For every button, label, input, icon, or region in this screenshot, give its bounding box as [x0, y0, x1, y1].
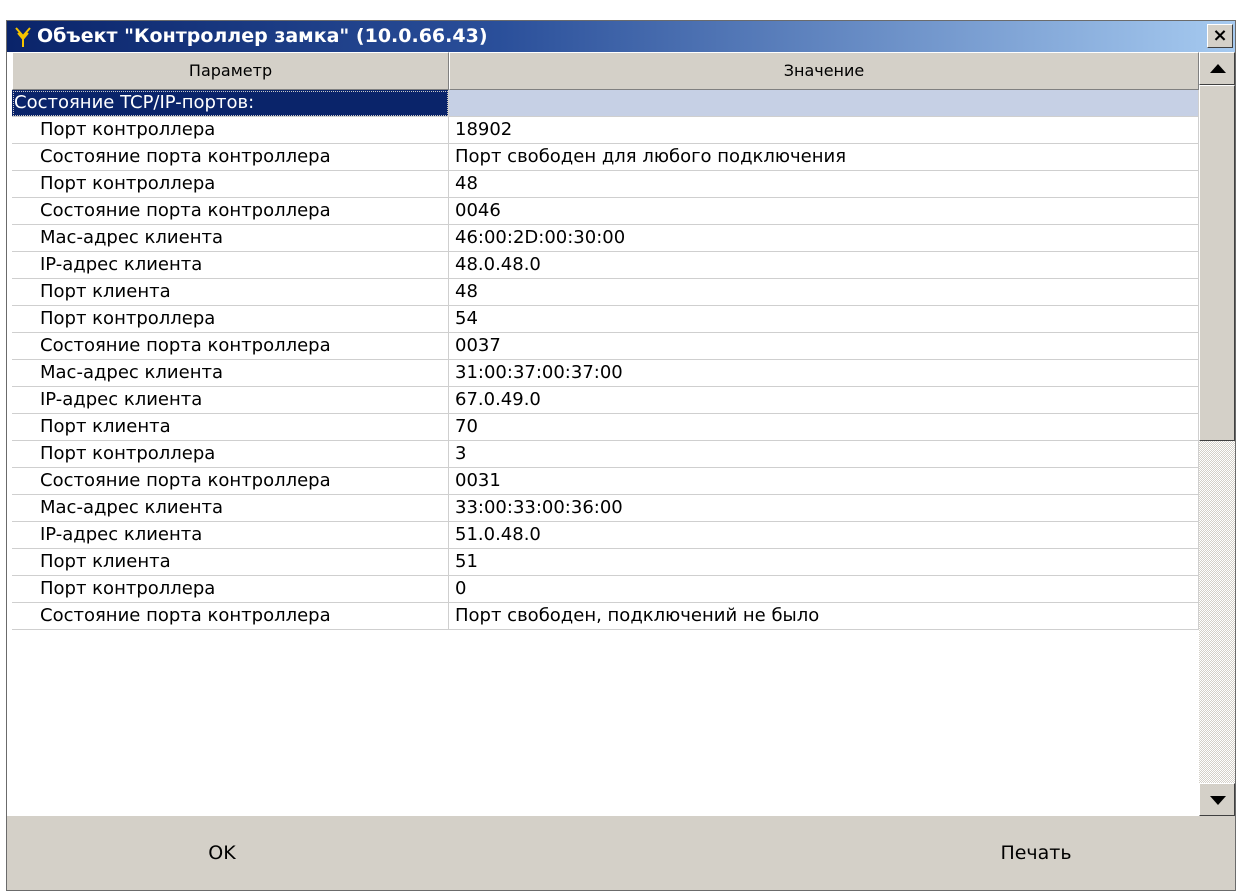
table-row[interactable]: IP-адрес клиента 67.0.49.0 — [12, 387, 1199, 414]
table-row[interactable]: Порт контроллера 48 — [12, 171, 1199, 198]
close-button[interactable]: × — [1207, 24, 1233, 48]
parameter-cell: Состояние порта контроллера — [12, 333, 449, 360]
table-row[interactable]: Порт клиента 70 — [12, 414, 1199, 441]
table-row[interactable]: Мас-адрес клиента 46:00:2D:00:30:00 — [12, 225, 1199, 252]
table-row[interactable]: Порт контроллера 3 — [12, 441, 1199, 468]
dialog-window: Объект "Контроллер замка" (10.0.66.43) ×… — [6, 20, 1236, 891]
table-row[interactable]: Состояние порта контроллера 0037 — [12, 333, 1199, 360]
table-row[interactable]: Мас-адрес клиента 31:00:37:00:37:00 — [12, 360, 1199, 387]
button-bar: OK Печать — [7, 816, 1235, 890]
scroll-down-button[interactable] — [1199, 783, 1235, 816]
table-row[interactable]: Состояние порта контроллера 0046 — [12, 198, 1199, 225]
parameter-cell: Состояние порта контроллера — [12, 144, 449, 171]
value-cell: 48 — [449, 171, 1199, 198]
parameter-cell: Порт клиента — [12, 279, 449, 306]
table-row[interactable]: Состояние порта контроллера Порт свободен… — [12, 144, 1199, 171]
value-cell: 46:00:2D:00:30:00 — [449, 225, 1199, 252]
value-cell: 18902 — [449, 117, 1199, 144]
table-row[interactable]: IP-адрес клиента 51.0.48.0 — [12, 522, 1199, 549]
table-row[interactable]: Порт контроллера 18902 — [12, 117, 1199, 144]
parameter-cell: Порт клиента — [12, 549, 449, 576]
value-cell: 48 — [449, 279, 1199, 306]
table-row[interactable]: Состояние порта контроллера Порт свободен… — [12, 603, 1199, 630]
vertical-scrollbar[interactable] — [1199, 52, 1235, 816]
parameter-cell: Мас-адрес клиента — [12, 360, 449, 387]
value-cell: 67.0.49.0 — [449, 387, 1199, 414]
value-cell: 0046 — [449, 198, 1199, 225]
scroll-thumb[interactable] — [1199, 85, 1235, 441]
table-row[interactable]: Порт контроллера 0 — [12, 576, 1199, 603]
parameter-cell: Порт контроллера — [12, 441, 449, 468]
table-body: Состояние TCP/IP-портов: Порт контроллер… — [12, 90, 1199, 630]
title-bar[interactable]: Объект "Контроллер замка" (10.0.66.43) × — [7, 21, 1235, 52]
parameters-grid[interactable]: Параметр Значение Состояние TCP/IP-порто… — [7, 52, 1235, 816]
value-cell: 48.0.48.0 — [449, 252, 1199, 279]
parameter-cell: Состояние порта контроллера — [12, 198, 449, 225]
column-header-value[interactable]: Значение — [449, 52, 1199, 90]
antenna-icon — [15, 27, 31, 47]
value-cell: 0037 — [449, 333, 1199, 360]
value-cell: 70 — [449, 414, 1199, 441]
parameter-cell: Порт клиента — [12, 414, 449, 441]
parameter-cell: Мас-адрес клиента — [12, 225, 449, 252]
parameter-cell: IP-адрес клиента — [12, 387, 449, 414]
value-cell: 51.0.48.0 — [449, 522, 1199, 549]
group-row[interactable]: Состояние TCP/IP-портов: — [12, 90, 1199, 117]
ok-button[interactable]: OK — [7, 816, 437, 890]
table-row[interactable]: Состояние порта контроллера 0031 — [12, 468, 1199, 495]
parameter-cell: Состояние порта контроллера — [12, 468, 449, 495]
table-row[interactable]: IP-адрес клиента 48.0.48.0 — [12, 252, 1199, 279]
print-button[interactable]: Печать — [837, 816, 1235, 890]
window-title: Объект "Контроллер замка" (10.0.66.43) — [37, 25, 488, 47]
value-cell: 0031 — [449, 468, 1199, 495]
table-row[interactable]: Мас-адрес клиента 33:00:33:00:36:00 — [12, 495, 1199, 522]
value-cell: Порт свободен для любого подключения — [449, 144, 1199, 171]
parameter-cell: Мас-адрес клиента — [12, 495, 449, 522]
column-header-parameter[interactable]: Параметр — [12, 52, 449, 90]
value-cell: 33:00:33:00:36:00 — [449, 495, 1199, 522]
parameter-cell: Порт контроллера — [12, 117, 449, 144]
parameter-cell: IP-адрес клиента — [12, 522, 449, 549]
value-cell: 0 — [449, 576, 1199, 603]
value-cell: 31:00:37:00:37:00 — [449, 360, 1199, 387]
group-label: Состояние TCP/IP-портов: — [12, 90, 449, 117]
value-cell: Порт свободен, подключений не было — [449, 603, 1199, 630]
value-cell: 3 — [449, 441, 1199, 468]
table-row[interactable]: Порт клиента 48 — [12, 279, 1199, 306]
parameter-cell: Порт контроллера — [12, 171, 449, 198]
value-cell: 51 — [449, 549, 1199, 576]
arrow-down-icon — [1210, 796, 1226, 805]
arrow-up-icon — [1210, 64, 1226, 73]
table-row[interactable]: Порт контроллера 54 — [12, 306, 1199, 333]
parameter-cell: IP-адрес клиента — [12, 252, 449, 279]
scroll-up-button[interactable] — [1199, 52, 1235, 85]
value-cell: 54 — [449, 306, 1199, 333]
group-value-cell — [449, 90, 1199, 117]
table-row[interactable]: Порт клиента 51 — [12, 549, 1199, 576]
parameter-cell: Состояние порта контроллера — [12, 603, 449, 630]
parameter-cell: Порт контроллера — [12, 306, 449, 333]
parameter-cell: Порт контроллера — [12, 576, 449, 603]
